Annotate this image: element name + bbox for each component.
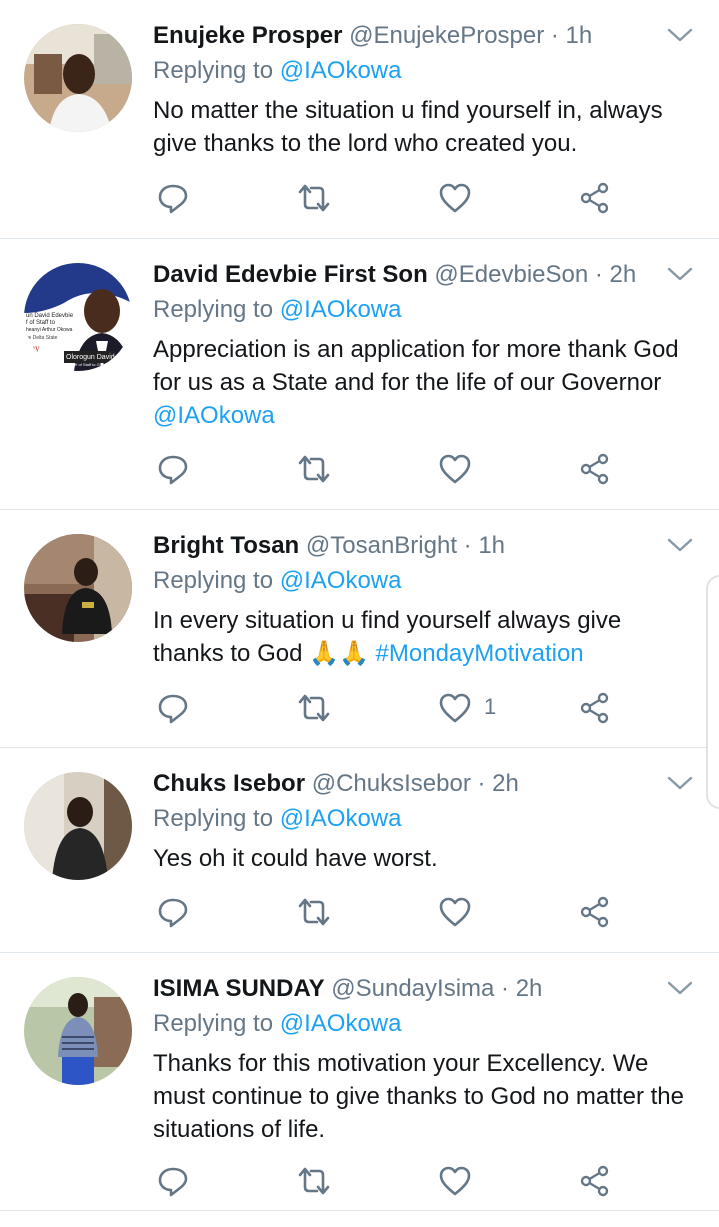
mention-link[interactable]: @IAOkowa (280, 567, 402, 594)
author-handle: @SundayIsima · 2h (331, 975, 543, 1002)
mention-link[interactable]: @IAOkowa (153, 402, 275, 429)
chevron-down-icon[interactable] (667, 266, 693, 287)
like-count: 1 (484, 694, 497, 719)
replying-to-label: Replying to (153, 567, 280, 594)
chevron-down-icon[interactable] (667, 27, 693, 48)
avatar-caption: Chief of Staff to Governor (68, 362, 114, 367)
hashtag-link[interactable]: #MondayMotivation (376, 640, 584, 667)
reply-button[interactable] (157, 449, 197, 489)
replying-to: Replying to @IAOkowa (153, 565, 401, 597)
mention-link[interactable]: @IAOkowa (280, 296, 402, 323)
reply-button[interactable] (157, 1161, 197, 1201)
replying-to: Replying to @IAOkowa (153, 55, 401, 87)
mention-link[interactable]: @IAOkowa (280, 57, 402, 84)
tweet-actions: 1 (0, 688, 719, 728)
retweet-button[interactable] (296, 1161, 336, 1201)
tweet-text: In every situation u find yourself alway… (153, 604, 698, 670)
author-name[interactable]: David Edevbie First Son (153, 261, 428, 288)
tweet[interactable]: ISIMA SUNDAY @SundayIsima · 2h Replying … (0, 953, 719, 1211)
author-handle: @TosanBright · 1h (305, 532, 506, 559)
avatar-caption: lida (26, 355, 40, 365)
avatar[interactable]: un David Edevbie f of Staff to heanyi Ar… (24, 263, 132, 371)
tweet-actions (0, 449, 719, 489)
chevron-down-icon[interactable] (667, 980, 693, 1001)
reply-button[interactable] (157, 892, 197, 932)
praying-hands-emoji: 🙏🙏 (309, 640, 369, 667)
like-button[interactable] (438, 1161, 518, 1201)
replying-to: Replying to @IAOkowa (153, 803, 401, 835)
author-name[interactable]: Enujeke Prosper (153, 22, 342, 49)
retweet-button[interactable] (296, 449, 336, 489)
retweet-button[interactable] (296, 892, 336, 932)
avatar-caption: ppy (26, 343, 40, 353)
avatar-caption: ve Delta State (26, 335, 58, 341)
like-button[interactable] (438, 892, 518, 932)
replying-to-label: Replying to (153, 296, 280, 323)
avatar-caption: Olorogun David E (66, 354, 122, 361)
tweet-actions (0, 178, 719, 218)
avatar-caption: un David Edevbie (26, 313, 74, 319)
share-button[interactable] (578, 449, 618, 489)
tweet[interactable]: Enujeke Prosper @EnujekeProsper · 1h Rep… (0, 0, 719, 239)
chevron-down-icon[interactable] (667, 537, 693, 558)
tweet[interactable]: un David Edevbie f of Staff to heanyi Ar… (0, 239, 719, 510)
tweet-text: No matter the situation u find yourself … (153, 97, 663, 157)
author-handle: @EnujekeProsper · 1h (349, 22, 593, 49)
retweet-button[interactable] (296, 178, 336, 218)
replying-to-label: Replying to (153, 805, 280, 832)
share-button[interactable] (578, 178, 618, 218)
reply-button[interactable] (157, 688, 197, 728)
replying-to: Replying to @IAOkowa (153, 1008, 401, 1040)
avatar-caption: f of Staff to (26, 320, 56, 326)
tweet-header: Enujeke Prosper @EnujekeProsper · 1h (153, 20, 659, 52)
replying-to-label: Replying to (153, 57, 280, 84)
tweet-text: Yes oh it could have worst. (153, 845, 438, 872)
like-button[interactable] (438, 178, 518, 218)
like-button[interactable] (438, 449, 518, 489)
mention-link[interactable]: @IAOkowa (280, 805, 402, 832)
tweet-text-body: Appreciation is an application for more … (153, 336, 679, 396)
share-button[interactable] (578, 688, 618, 728)
author-handle: @ChuksIsebor · 2h (311, 770, 519, 797)
like-button[interactable]: 1 (438, 688, 518, 728)
reply-button[interactable] (157, 178, 197, 218)
tweet[interactable]: Bright Tosan @TosanBright · 1h Replying … (0, 510, 719, 748)
share-button[interactable] (578, 892, 618, 932)
author-name[interactable]: Bright Tosan (153, 532, 299, 559)
share-button[interactable] (578, 1161, 618, 1201)
tweet-header: Bright Tosan @TosanBright · 1h (153, 530, 659, 562)
author-name[interactable]: ISIMA SUNDAY (153, 975, 325, 1002)
tweet-header: Chuks Isebor @ChuksIsebor · 2h (153, 768, 659, 800)
tweet-text: Appreciation is an application for more … (153, 333, 698, 432)
avatar[interactable] (24, 772, 132, 880)
replying-to-label: Replying to (153, 1010, 280, 1037)
chevron-down-icon[interactable] (667, 775, 693, 796)
mention-link[interactable]: @IAOkowa (280, 1010, 402, 1037)
replying-to: Replying to @IAOkowa (153, 294, 401, 326)
tweet[interactable]: Chuks Isebor @ChuksIsebor · 2h Replying … (0, 748, 719, 953)
avatar[interactable] (24, 534, 132, 642)
author-handle: @EdevbieSon · 2h (434, 261, 637, 288)
tweet-text: Thanks for this motivation your Excellen… (153, 1050, 684, 1143)
avatar[interactable] (24, 24, 132, 132)
tweet-header: ISIMA SUNDAY @SundayIsima · 2h (153, 973, 659, 1005)
tweet-actions (0, 892, 719, 932)
tweet-actions (0, 1161, 719, 1201)
avatar-caption: heanyi Arthur Okowa (26, 327, 73, 333)
retweet-button[interactable] (296, 688, 336, 728)
tweet-header: David Edevbie First Son @EdevbieSon · 2h (153, 259, 659, 291)
author-name[interactable]: Chuks Isebor (153, 770, 305, 797)
avatar[interactable] (24, 977, 132, 1085)
scrollbar[interactable] (706, 575, 719, 809)
